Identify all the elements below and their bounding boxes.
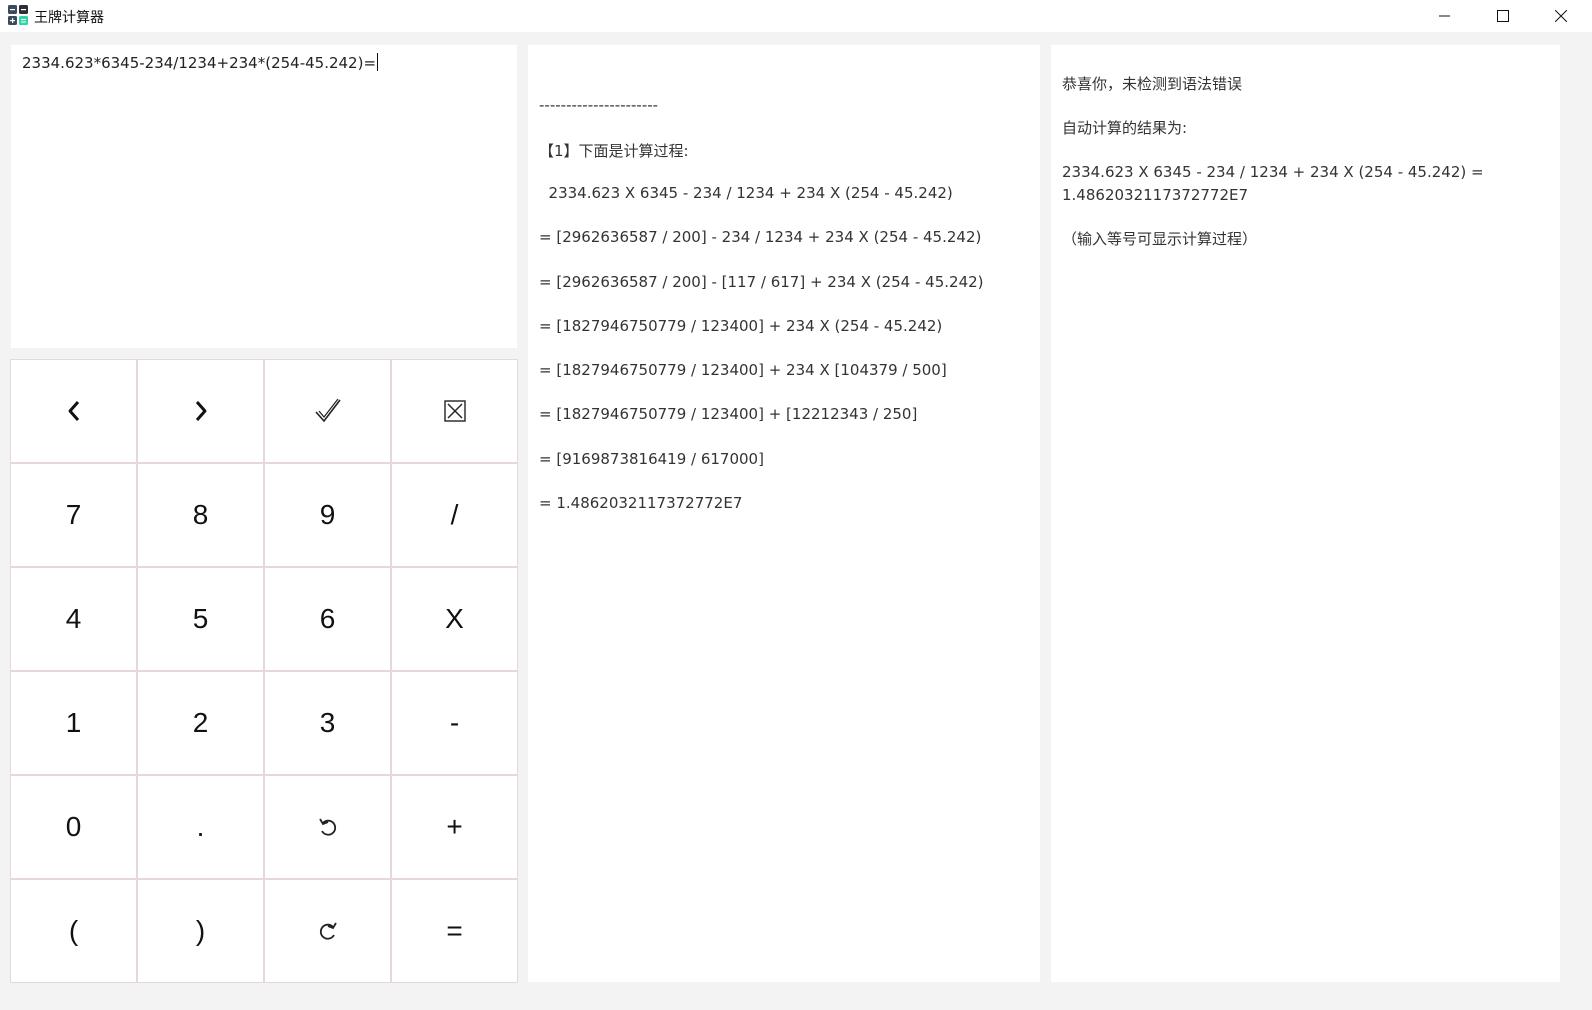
key-label: +: [446, 811, 463, 842]
equals-key[interactable]: =: [392, 880, 517, 982]
checkmark-icon: [313, 397, 343, 425]
process-heading: 【1】下面是计算过程:: [539, 142, 689, 160]
key-label: 7: [65, 499, 82, 530]
chevron-right-icon: [193, 399, 209, 423]
key-label: X: [445, 603, 464, 634]
digit-8-key[interactable]: 8: [138, 464, 263, 566]
close-paren-key[interactable]: ): [138, 880, 263, 982]
digit-4-key[interactable]: 4: [11, 568, 136, 670]
result-label: 自动计算的结果为:: [1062, 119, 1188, 137]
key-label: 0: [65, 811, 82, 842]
chevron-left-icon: [66, 399, 82, 423]
process-step: = [9169873816419 / 617000]: [539, 450, 764, 468]
subtract-key[interactable]: -: [392, 672, 517, 774]
close-icon: [1555, 10, 1567, 22]
process-separator: ----------------------: [539, 96, 659, 114]
key-label: ): [195, 915, 206, 946]
redo-key[interactable]: [265, 880, 390, 982]
close-button[interactable]: [1532, 0, 1590, 32]
key-label: .: [196, 811, 205, 842]
add-key[interactable]: +: [392, 776, 517, 878]
maximize-button[interactable]: [1474, 0, 1532, 32]
open-paren-key[interactable]: (: [11, 880, 136, 982]
check-key[interactable]: [265, 360, 390, 462]
maximize-icon: [1497, 10, 1509, 22]
digit-6-key[interactable]: 6: [265, 568, 390, 670]
undo-key[interactable]: [265, 776, 390, 878]
window-title: 王牌计算器: [34, 10, 104, 26]
cursor-left-key[interactable]: [11, 360, 136, 462]
decimal-key[interactable]: .: [138, 776, 263, 878]
digit-0-key[interactable]: 0: [11, 776, 136, 878]
syntax-check-message: 恭喜你，未检测到语法错误: [1062, 75, 1243, 93]
key-label: 8: [192, 499, 209, 530]
key-label: =: [446, 915, 463, 946]
process-step: = [2962636587 / 200] - 234 / 1234 + 234 …: [539, 228, 982, 246]
result-hint: （输入等号可显示计算过程）: [1062, 230, 1258, 248]
divide-key[interactable]: /: [392, 464, 517, 566]
calculation-process-panel: ---------------------- 【1】下面是计算过程: 2334.…: [528, 45, 1040, 982]
process-step: = [2962636587 / 200] - [117 / 617] + 234…: [539, 273, 984, 291]
key-label: (: [68, 915, 79, 946]
process-step: = [1827946750779 / 123400] + 234 X (254 …: [539, 317, 943, 335]
minimize-icon: [1439, 15, 1450, 17]
digit-2-key[interactable]: 2: [138, 672, 263, 774]
expression-input-area[interactable]: 2334.623*6345-234/1234+234*(254-45.242)=: [11, 45, 517, 348]
digit-5-key[interactable]: 5: [138, 568, 263, 670]
key-label: 4: [65, 603, 82, 634]
calculator-app-icon: [8, 5, 28, 25]
process-step: = 1.4862032117372772E7: [539, 494, 743, 512]
key-label: 2: [192, 707, 209, 738]
digit-7-key[interactable]: 7: [11, 464, 136, 566]
process-step: = [1827946750779 / 123400] + 234 X [1043…: [539, 361, 947, 379]
digit-9-key[interactable]: 9: [265, 464, 390, 566]
key-label: 9: [319, 499, 336, 530]
result-expression: 2334.623 X 6345 - 234 / 1234 + 234 X (25…: [1062, 163, 1484, 204]
key-label: 3: [319, 707, 336, 738]
digit-1-key[interactable]: 1: [11, 672, 136, 774]
minimize-button[interactable]: [1416, 0, 1474, 32]
key-label: 6: [319, 603, 336, 634]
redo-icon: [317, 920, 339, 942]
undo-icon: [317, 816, 339, 838]
clear-box-icon: [443, 400, 466, 422]
key-label: 5: [192, 603, 209, 634]
text-caret: [377, 53, 379, 71]
key-label: -: [449, 707, 460, 738]
clear-key[interactable]: [392, 360, 517, 462]
expression-input-text[interactable]: 2334.623*6345-234/1234+234*(254-45.242)=: [22, 53, 379, 72]
process-step: = [1827946750779 / 123400] + [12212343 /…: [539, 405, 918, 423]
title-bar: 王牌计算器: [0, 0, 1592, 32]
cursor-right-key[interactable]: [138, 360, 263, 462]
key-label: 1: [65, 707, 82, 738]
digit-3-key[interactable]: 3: [265, 672, 390, 774]
calculator-keypad: 7 8 9 / 4 5 6 X 1 2 3 - 0. + () =: [10, 359, 518, 983]
multiply-key[interactable]: X: [392, 568, 517, 670]
key-label: /: [450, 499, 459, 530]
process-step: 2334.623 X 6345 - 234 / 1234 + 234 X (25…: [539, 184, 953, 202]
result-panel: 恭喜你，未检测到语法错误 自动计算的结果为: 2334.623 X 6345 -…: [1051, 45, 1560, 982]
